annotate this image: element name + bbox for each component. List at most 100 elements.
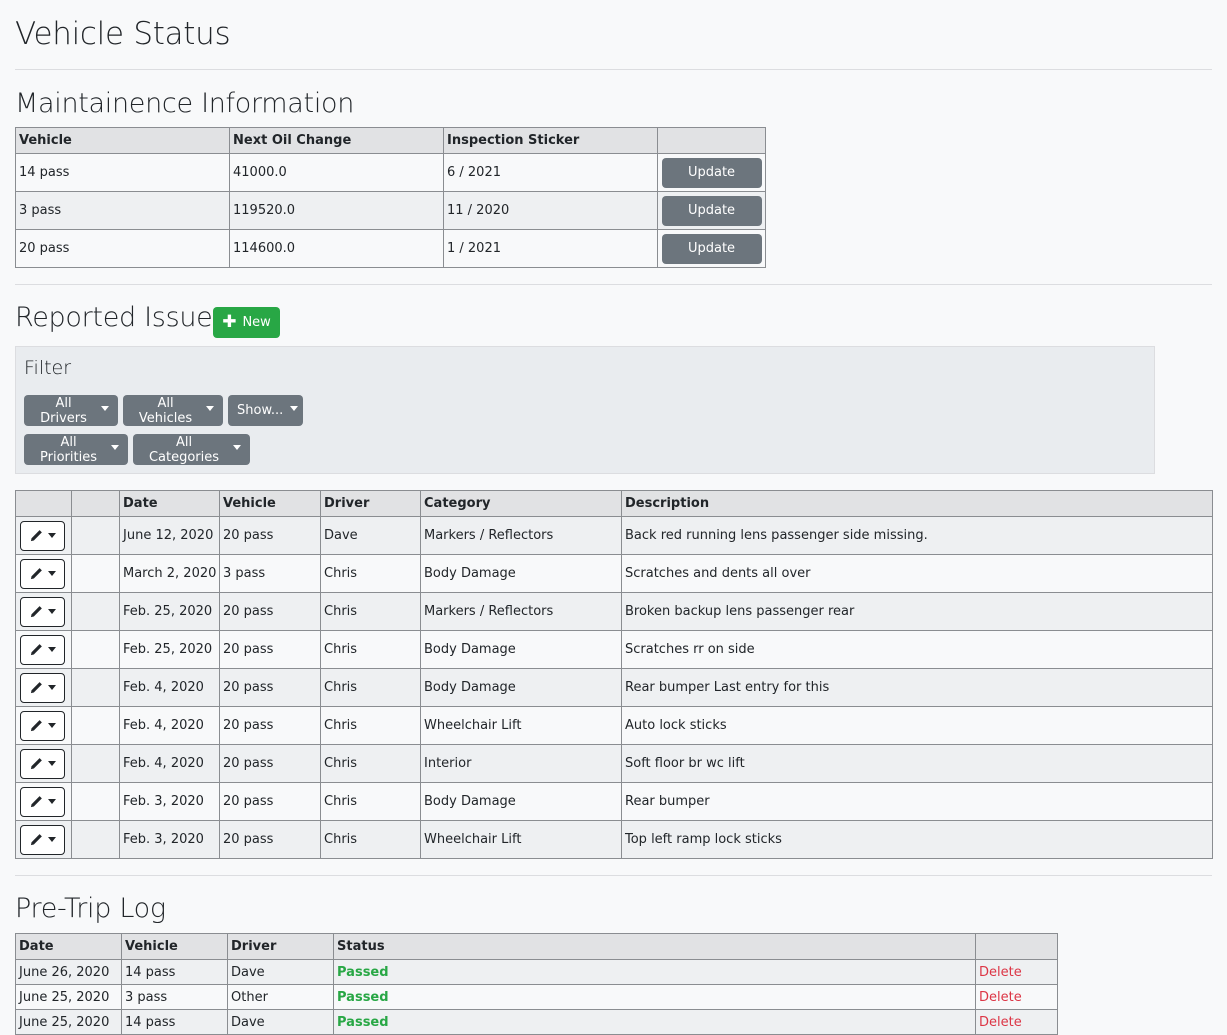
maintenance-heading: Maintainence Information <box>15 88 355 119</box>
caret-down-icon <box>233 445 241 450</box>
actions-cell: Update <box>657 229 766 268</box>
table-header-row: Vehicle Next Oil Change Inspection Stick… <box>15 127 766 154</box>
column-header-edit <box>15 490 72 517</box>
pretrip-heading: Pre-Trip Log <box>15 893 166 924</box>
category-filter-label: All Categories <box>148 434 220 465</box>
priority-filter-label: All Priorities <box>40 434 97 465</box>
show-filter-dropdown[interactable]: Show... <box>228 395 303 426</box>
date-cell: March 2, 2020 <box>119 554 220 593</box>
pencil-icon <box>30 681 42 693</box>
description-cell: Rear bumper Last entry for this <box>621 668 1213 707</box>
actions-cell: Delete <box>975 984 1058 1010</box>
vehicle-cell: 14 pass <box>121 1009 228 1035</box>
edit-dropdown-button[interactable] <box>20 710 65 741</box>
column-header-date: Date <box>119 490 220 517</box>
vehicle-cell: 20 pass <box>219 630 321 669</box>
page-title: Vehicle Status <box>15 16 231 52</box>
caret-down-icon <box>48 723 56 728</box>
description-cell: Scratches rr on side <box>621 630 1213 669</box>
update-button[interactable]: Update <box>661 233 762 264</box>
driver-filter-dropdown[interactable]: All Drivers <box>24 395 118 426</box>
driver-cell: Dave <box>227 959 334 985</box>
edit-dropdown-button[interactable] <box>20 634 65 665</box>
caret-down-icon <box>48 571 56 576</box>
description-cell: Back red running lens passenger side mis… <box>621 516 1213 555</box>
table-row: Feb. 3, 2020 20 pass Chris Wheelchair Lift T… <box>15 820 1213 859</box>
pencil-icon <box>30 529 42 541</box>
caret-down-icon <box>290 406 299 411</box>
caret-down-icon <box>206 406 214 411</box>
oil-change-cell: 41000.0 <box>229 153 444 192</box>
vehicle-cell: 20 pass <box>219 782 321 821</box>
status-badge: Passed <box>337 964 389 980</box>
description-cell: Rear bumper <box>621 782 1213 821</box>
blank-cell <box>71 820 120 859</box>
vehicle-cell: 20 pass <box>219 744 321 783</box>
actions-cell: Update <box>657 153 766 192</box>
pretrip-table: Date Vehicle Driver Status June 26, 2020… <box>15 933 1058 1035</box>
edit-dropdown-button[interactable] <box>20 558 65 589</box>
date-cell: Feb. 4, 2020 <box>119 668 220 707</box>
description-cell: Broken backup lens passenger rear <box>621 592 1213 631</box>
delete-link[interactable]: Delete <box>979 965 1022 980</box>
category-cell: Wheelchair Lift <box>420 820 622 859</box>
actions-cell: Delete <box>975 959 1058 985</box>
pencil-icon <box>30 605 42 617</box>
description-cell: Scratches and dents all over <box>621 554 1213 593</box>
edit-cell <box>15 516 72 555</box>
category-cell: Body Damage <box>420 782 622 821</box>
driver-cell: Chris <box>320 782 421 821</box>
vehicle-cell: 14 pass <box>15 153 230 192</box>
date-cell: June 25, 2020 <box>15 1009 122 1035</box>
edit-dropdown-button[interactable] <box>20 520 65 551</box>
table-row: 3 pass 119520.0 11 / 2020 Update <box>15 191 766 230</box>
edit-dropdown-button[interactable] <box>20 596 65 627</box>
plus-icon: ✚ <box>222 312 237 332</box>
filter-title: Filter <box>24 357 72 379</box>
table-row: March 2, 2020 3 pass Chris Body Damage Scrat… <box>15 554 1213 593</box>
table-row: June 25, 2020 14 pass Dave Passed Delete <box>15 1009 1058 1035</box>
vehicle-cell: 3 pass <box>15 191 230 230</box>
category-cell: Body Damage <box>420 668 622 707</box>
edit-dropdown-button[interactable] <box>20 672 65 703</box>
update-button[interactable]: Update <box>661 157 762 188</box>
pencil-icon <box>30 757 42 769</box>
edit-dropdown-button[interactable] <box>20 824 65 855</box>
category-filter-dropdown[interactable]: All Categories <box>133 434 250 465</box>
edit-dropdown-button[interactable] <box>20 786 65 817</box>
priority-filter-dropdown[interactable]: All Priorities <box>24 434 128 465</box>
column-header-actions <box>975 933 1058 960</box>
vehicle-cell: 20 pass <box>219 592 321 631</box>
date-cell: June 12, 2020 <box>119 516 220 555</box>
filter-panel: Filter All Drivers All Vehicles Show... … <box>15 346 1155 474</box>
column-header-driver: Driver <box>320 490 421 517</box>
vehicle-cell: 20 pass <box>219 820 321 859</box>
show-filter-label: Show... <box>237 403 284 418</box>
pencil-icon <box>30 719 42 731</box>
caret-down-icon <box>101 406 109 411</box>
new-issue-label: New <box>242 315 271 330</box>
vehicle-cell: 3 pass <box>219 554 321 593</box>
date-cell: Feb. 3, 2020 <box>119 820 220 859</box>
new-issue-button[interactable]: ✚ New <box>213 307 280 338</box>
divider <box>15 875 1212 876</box>
reported-issues-heading: Reported Issues <box>15 302 227 333</box>
vehicle-filter-label: All Vehicles <box>138 395 193 426</box>
column-header-description: Description <box>621 490 1213 517</box>
driver-cell: Chris <box>320 668 421 707</box>
edit-dropdown-button[interactable] <box>20 748 65 779</box>
issues-table: Date Vehicle Driver Category Description… <box>15 490 1213 859</box>
oil-change-cell: 119520.0 <box>229 191 444 230</box>
edit-cell <box>15 554 72 593</box>
update-button[interactable]: Update <box>661 195 762 226</box>
edit-cell <box>15 782 72 821</box>
caret-down-icon <box>48 609 56 614</box>
column-header-date: Date <box>15 933 122 960</box>
column-header-category: Category <box>420 490 622 517</box>
edit-cell <box>15 744 72 783</box>
delete-link[interactable]: Delete <box>979 1015 1022 1030</box>
delete-link[interactable]: Delete <box>979 990 1022 1005</box>
vehicle-filter-dropdown[interactable]: All Vehicles <box>123 395 223 426</box>
edit-cell <box>15 630 72 669</box>
edit-cell <box>15 592 72 631</box>
